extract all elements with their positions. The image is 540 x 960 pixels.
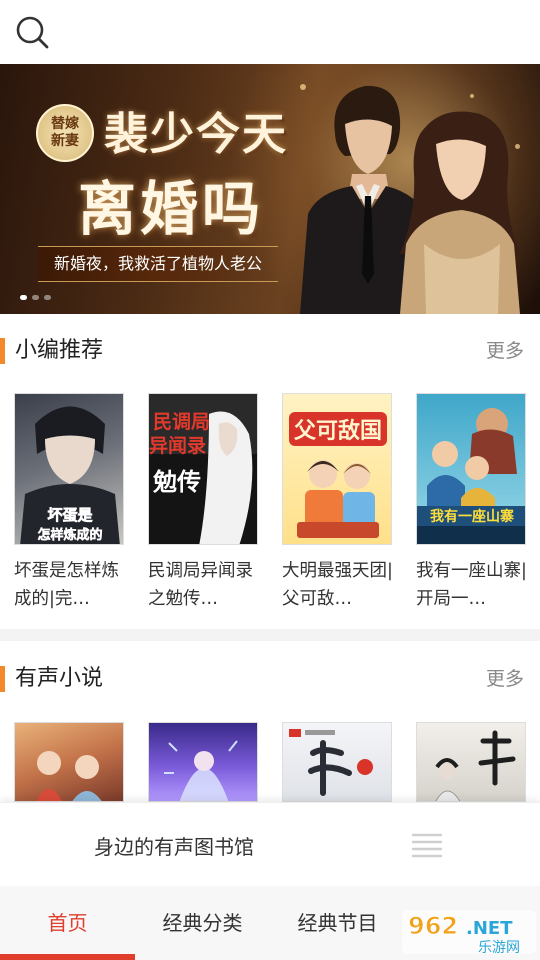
tab-home[interactable]: 首页: [0, 886, 135, 960]
svg-text:乐游网: 乐游网: [478, 940, 520, 956]
playlist-icon[interactable]: [410, 829, 444, 863]
banner-carousel[interactable]: 替嫁 新妻 裴少今天 离婚吗 新婚夜，我救活了植物人老公: [0, 64, 540, 314]
svg-text:勉传: 勉传: [152, 467, 201, 496]
banner-woman-illustration: [400, 111, 520, 314]
svg-text:民调局: 民调局: [153, 411, 210, 433]
banner-title-line2: 离婚吗: [78, 175, 265, 243]
carousel-dot[interactable]: [44, 295, 51, 300]
section-divider: [0, 629, 540, 641]
audio-book-cover[interactable]: [14, 722, 124, 802]
svg-text:.NET: .NET: [466, 918, 513, 939]
book-cover[interactable]: 父可敌国: [282, 393, 392, 545]
svg-text:我有一座山寨: 我有一座山寨: [430, 508, 515, 525]
audio-book-cover[interactable]: [416, 722, 526, 802]
banner-seal: 替嫁 新妻: [36, 104, 94, 162]
svg-text:父可敌国: 父可敌国: [294, 418, 382, 444]
book-cover[interactable]: 民调局 异闻录 勉传: [148, 393, 258, 545]
active-tab-indicator: [0, 954, 135, 960]
book-cover[interactable]: 我有一座山寨: [416, 393, 526, 545]
section-header-audio: 有声小说 更多: [0, 664, 540, 696]
carousel-dot[interactable]: [20, 295, 27, 300]
section-header-recommend: 小编推荐 更多: [0, 336, 540, 368]
book-title[interactable]: 我有一座山寨|开局一…: [416, 557, 532, 613]
carousel-indicator: [20, 295, 51, 300]
carousel-dot[interactable]: [32, 295, 39, 300]
audio-book-cover[interactable]: [148, 722, 258, 802]
svg-text:坏蛋是: 坏蛋是: [47, 506, 93, 524]
tab-categories[interactable]: 经典分类: [135, 886, 270, 960]
section-accent-bar: [0, 338, 5, 364]
player-text[interactable]: 身边的有声图书馆: [94, 833, 254, 861]
svg-text:962: 962: [408, 912, 458, 940]
book-title[interactable]: 坏蛋是怎样炼成的|完…: [14, 557, 130, 613]
book-title[interactable]: 大明最强天团|父可敌…: [282, 557, 398, 613]
audio-book-cover[interactable]: [282, 722, 392, 802]
more-link[interactable]: 更多: [486, 666, 524, 692]
svg-text:怎样炼成的: 怎样炼成的: [37, 527, 102, 543]
more-link[interactable]: 更多: [486, 338, 524, 364]
mini-player[interactable]: 身边的有声图书馆: [0, 802, 540, 886]
watermark-logo: 962 .NET 乐游网: [402, 910, 536, 956]
search-icon[interactable]: [14, 14, 50, 50]
svg-text:异闻录: 异闻录: [149, 434, 206, 457]
banner-subtitle: 新婚夜，我救活了植物人老公: [38, 246, 279, 282]
banner-title: 裴少今天: [104, 109, 288, 160]
section-accent-bar: [0, 666, 5, 692]
tab-programs[interactable]: 经典节目: [270, 886, 405, 960]
book-cover[interactable]: 坏蛋是 怎样炼成的: [14, 393, 124, 545]
section-title: 有声小说: [15, 666, 104, 691]
top-bar: [0, 0, 540, 64]
section-title: 小编推荐: [15, 338, 104, 363]
book-title[interactable]: 民调局异闻录之勉传…: [148, 557, 264, 613]
